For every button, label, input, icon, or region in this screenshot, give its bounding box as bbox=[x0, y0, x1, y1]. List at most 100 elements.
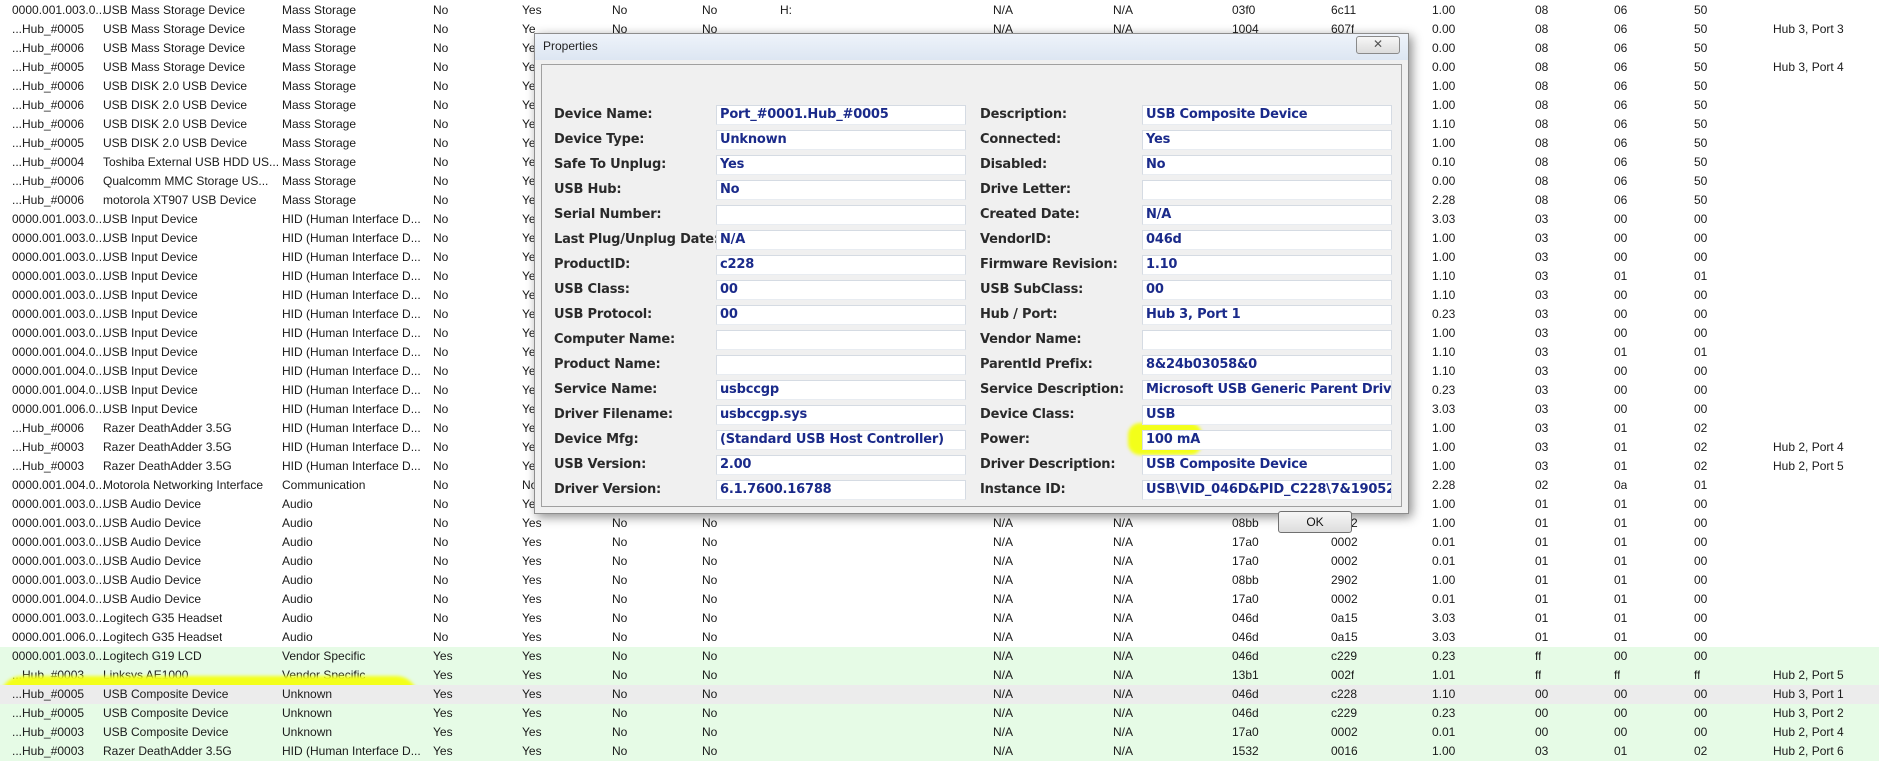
left-field-value[interactable]: c228 bbox=[716, 255, 966, 275]
right-field-label: Vendor Name: bbox=[980, 332, 1082, 347]
left-field-value[interactable]: Yes bbox=[716, 155, 966, 175]
table-cell: 01 bbox=[1535, 611, 1549, 625]
right-field-value[interactable]: Hub 3, Port 1 bbox=[1142, 305, 1392, 325]
table-cell: Yes bbox=[433, 649, 453, 663]
table-cell: Yes bbox=[522, 554, 542, 568]
table-cell: Yes bbox=[522, 687, 542, 701]
left-field-value[interactable] bbox=[716, 355, 966, 375]
right-field-value[interactable]: 1.10 bbox=[1142, 255, 1392, 275]
left-field-value[interactable]: usbccgp bbox=[716, 380, 966, 400]
table-row[interactable]: 0000.001.003.0... Logitech G35 Headset Aud… bbox=[0, 609, 1879, 628]
right-field-value[interactable] bbox=[1142, 330, 1392, 350]
table-cell: HID (Human Interface D... bbox=[282, 744, 421, 758]
table-cell: Mass Storage bbox=[282, 174, 357, 188]
table-cell: 0000.001.004.0... bbox=[12, 383, 106, 397]
left-field-value[interactable]: usbccgp.sys bbox=[716, 405, 966, 425]
close-button[interactable]: ✕ bbox=[1356, 36, 1400, 54]
table-row[interactable]: 0000.001.003.0... USB Audio Device Audio No… bbox=[0, 552, 1879, 571]
right-field-value[interactable]: USB Composite Device bbox=[1142, 455, 1392, 475]
table-cell: 00 bbox=[1614, 326, 1628, 340]
table-cell: 2.28 bbox=[1432, 478, 1456, 492]
right-field-value[interactable]: USB bbox=[1142, 405, 1392, 425]
left-field-value[interactable]: 00 bbox=[716, 305, 966, 325]
table-row[interactable]: 0000.001.003.0... USB Audio Device Audio No… bbox=[0, 514, 1879, 533]
table-cell: 1.10 bbox=[1432, 345, 1456, 359]
table-cell: Unknown bbox=[282, 706, 333, 720]
left-field-value[interactable] bbox=[716, 205, 966, 225]
table-row[interactable]: 0000.001.003.0... USB Audio Device Audio No… bbox=[0, 533, 1879, 552]
left-field-value[interactable]: Unknown bbox=[716, 130, 966, 150]
table-cell: 01 bbox=[1535, 592, 1549, 606]
left-field-value[interactable]: (Standard USB Host Controller) bbox=[716, 430, 966, 450]
table-cell: 0.23 bbox=[1432, 383, 1456, 397]
table-cell: No bbox=[433, 459, 449, 473]
table-cell: Qualcomm MMC Storage US... bbox=[103, 174, 269, 188]
table-row[interactable]: 0000.001.003.0... USB Mass Storage Device… bbox=[0, 1, 1879, 20]
table-cell: 00 bbox=[1694, 592, 1708, 606]
left-field-value[interactable]: Port_#0001.Hub_#0005 bbox=[716, 105, 966, 125]
table-cell: Hub 2, Port 5 bbox=[1773, 668, 1844, 682]
table-cell: 03 bbox=[1535, 307, 1549, 321]
table-row[interactable]: ...Hub_#0003 USB Composite Device Unknown Y… bbox=[0, 723, 1879, 742]
left-field-value[interactable]: 00 bbox=[716, 280, 966, 300]
left-field-value[interactable]: N/A bbox=[716, 230, 966, 250]
table-cell: 06 bbox=[1614, 193, 1628, 207]
table-cell: 02 bbox=[1694, 421, 1708, 435]
table-row[interactable]: 0000.001.003.0... Logitech G19 LCD Vendor … bbox=[0, 647, 1879, 666]
left-field-value[interactable]: 2.00 bbox=[716, 455, 966, 475]
left-field-value[interactable] bbox=[716, 330, 966, 350]
table-cell: ...Hub_#0005 bbox=[12, 136, 85, 150]
right-field-value[interactable]: N/A bbox=[1142, 205, 1392, 225]
table-cell: 0000.001.003.0... bbox=[12, 554, 106, 568]
dialog-titlebar[interactable]: Properties ✕ bbox=[535, 34, 1408, 60]
right-field-value[interactable]: Yes bbox=[1142, 130, 1392, 150]
table-cell: No bbox=[433, 573, 449, 587]
table-row[interactable]: 0000.001.004.0... USB Audio Device Audio No… bbox=[0, 590, 1879, 609]
right-field-value[interactable]: 00 bbox=[1142, 280, 1392, 300]
ok-button[interactable]: OK bbox=[1278, 511, 1352, 533]
table-cell: Mass Storage bbox=[282, 22, 357, 36]
dialog-content: Device Name: Port_#0001.Hub_#0005 Device T… bbox=[541, 64, 1402, 533]
table-row[interactable]: 0000.001.003.0... USB Audio Device Audio No… bbox=[0, 571, 1879, 590]
table-cell: HID (Human Interface D... bbox=[282, 326, 421, 340]
table-cell: 01 bbox=[1614, 592, 1628, 606]
table-cell: Unknown bbox=[282, 687, 333, 701]
table-cell: N/A bbox=[993, 744, 1014, 758]
table-cell: 00 bbox=[1694, 706, 1708, 720]
table-cell: No bbox=[433, 497, 449, 511]
table-cell: No bbox=[612, 687, 628, 701]
right-field-value[interactable]: 046d bbox=[1142, 230, 1392, 250]
left-field-value[interactable]: 6.1.7600.16788 bbox=[716, 480, 966, 500]
table-row[interactable]: ...Hub_#0005 USB Composite Device Unknown Y… bbox=[0, 704, 1879, 723]
table-cell: 00 bbox=[1694, 630, 1708, 644]
table-row[interactable]: ...Hub_#0005 USB Composite Device Unknown Y… bbox=[0, 685, 1879, 704]
right-field-value[interactable] bbox=[1142, 180, 1392, 200]
right-field-value[interactable]: 8&24b03058&0 bbox=[1142, 355, 1392, 375]
table-cell: 02 bbox=[1694, 440, 1708, 454]
table-cell: No bbox=[433, 155, 449, 169]
table-cell: 03 bbox=[1535, 364, 1549, 378]
right-field-value[interactable]: 100 mA bbox=[1142, 430, 1392, 450]
table-cell: 1.00 bbox=[1432, 440, 1456, 454]
table-cell: 00 bbox=[1694, 687, 1708, 701]
table-cell: No bbox=[433, 478, 449, 492]
table-cell: 0.23 bbox=[1432, 649, 1456, 663]
table-cell: 01 bbox=[1614, 497, 1628, 511]
table-cell: 00 bbox=[1694, 326, 1708, 340]
right-field-value[interactable]: USB Composite Device bbox=[1142, 105, 1392, 125]
table-cell: No bbox=[702, 744, 718, 758]
table-cell: ...Hub_#0005 bbox=[12, 687, 85, 701]
right-field-value[interactable]: USB\VID_046D&PID_C228\7&190526a bbox=[1142, 480, 1392, 500]
table-cell: 50 bbox=[1694, 79, 1708, 93]
right-field-value[interactable]: Microsoft USB Generic Parent Driver bbox=[1142, 380, 1392, 400]
right-field-label: Service Description: bbox=[980, 382, 1124, 397]
table-cell: 01 bbox=[1614, 459, 1628, 473]
left-field-value[interactable]: No bbox=[716, 180, 966, 200]
right-field-value[interactable]: No bbox=[1142, 155, 1392, 175]
table-cell: 01 bbox=[1614, 269, 1628, 283]
table-row[interactable]: 0000.001.006.0... Logitech G35 Headset Aud… bbox=[0, 628, 1879, 647]
table-cell: No bbox=[702, 592, 718, 606]
left-field-label: USB Hub: bbox=[554, 182, 622, 197]
table-cell: 1.00 bbox=[1432, 573, 1456, 587]
table-row[interactable]: ...Hub_#0003 Razer DeathAdder 3.5G HID (Hu… bbox=[0, 742, 1879, 761]
